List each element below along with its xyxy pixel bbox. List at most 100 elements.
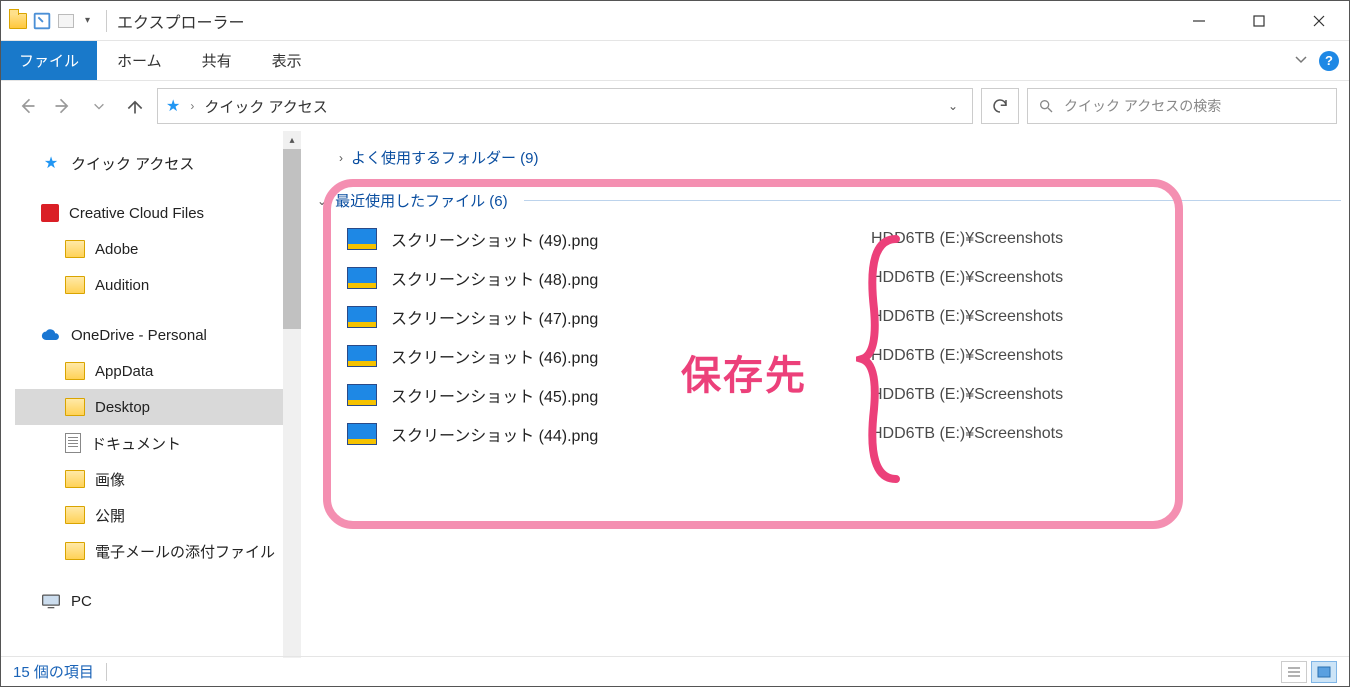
document-icon	[65, 433, 81, 453]
window-controls	[1169, 1, 1349, 41]
sidebar-label: Desktop	[95, 399, 150, 416]
tab-view[interactable]: 表示	[252, 41, 322, 80]
sidebar-item-audition[interactable]: Audition	[15, 267, 301, 303]
file-name: スクリーンショット (48).png	[391, 266, 811, 290]
file-name: スクリーンショット (44).png	[391, 422, 811, 446]
sidebar-label: PC	[71, 593, 92, 610]
folder-icon	[65, 362, 85, 380]
address-dropdown-icon[interactable]: ⌄	[942, 99, 964, 113]
forward-button[interactable]	[49, 92, 77, 120]
search-icon	[1038, 98, 1054, 114]
search-input[interactable]: クイック アクセスの検索	[1027, 88, 1337, 124]
sidebar-item-creative-cloud[interactable]: Creative Cloud Files	[15, 195, 301, 231]
group-label: よく使用するフォルダー (9)	[351, 147, 539, 168]
sidebar-item-pc[interactable]: PC	[15, 583, 301, 619]
sidebar-label: AppData	[95, 363, 153, 380]
status-text: 15 個の項目	[13, 661, 94, 682]
file-thumbnail-icon	[347, 384, 377, 406]
list-item[interactable]: スクリーンショット (49).png HDD6TB (E:)¥Screensho…	[347, 219, 1341, 258]
group-divider	[524, 200, 1341, 201]
group-label: 最近使用したファイル (6)	[335, 190, 508, 211]
sidebar-item-quick-access[interactable]: ★ クイック アクセス	[15, 145, 301, 181]
scrollbar-thumb[interactable]	[283, 149, 301, 329]
qat-properties-icon[interactable]	[31, 10, 53, 32]
content-pane: › よく使用するフォルダー (9) ⌄ 最近使用したファイル (6) スクリーン…	[301, 131, 1349, 658]
folder-icon	[65, 542, 85, 560]
sidebar-item-documents[interactable]: ドキュメント	[15, 425, 301, 461]
sidebar-label: Creative Cloud Files	[69, 205, 204, 222]
breadcrumb-location[interactable]: クイック アクセス	[204, 96, 327, 117]
folder-icon	[65, 506, 85, 524]
chevron-down-icon: ⌄	[317, 194, 327, 208]
list-item[interactable]: スクリーンショット (44).png HDD6TB (E:)¥Screensho…	[347, 414, 1341, 453]
file-thumbnail-icon	[347, 267, 377, 289]
search-placeholder: クイック アクセスの検索	[1064, 96, 1221, 116]
sidebar-label: Adobe	[95, 241, 138, 258]
recent-dropdown-icon[interactable]	[85, 92, 113, 120]
back-button[interactable]	[13, 92, 41, 120]
status-bar: 15 個の項目	[1, 656, 1349, 686]
up-button[interactable]	[121, 92, 149, 120]
navigation-pane: ★ クイック アクセス Creative Cloud Files Adobe A…	[1, 131, 301, 658]
breadcrumb-separator-icon: ›	[186, 99, 198, 113]
titlebar-separator	[106, 10, 107, 32]
file-path: HDD6TB (E:)¥Screenshots	[871, 386, 1063, 404]
status-separator	[106, 663, 107, 681]
sidebar-item-email[interactable]: 電子メールの添付ファイル	[15, 533, 301, 569]
file-thumbnail-icon	[347, 228, 377, 250]
close-button[interactable]	[1289, 1, 1349, 41]
file-name: スクリーンショット (49).png	[391, 227, 811, 251]
list-item[interactable]: スクリーンショット (46).png HDD6TB (E:)¥Screensho…	[347, 336, 1341, 375]
address-bar[interactable]: ★ › クイック アクセス ⌄	[157, 88, 973, 124]
tab-home[interactable]: ホーム	[97, 41, 182, 80]
explorer-app-icon	[7, 10, 29, 32]
group-recent-files[interactable]: ⌄ 最近使用したファイル (6)	[317, 186, 1341, 215]
help-button[interactable]: ?	[1319, 51, 1339, 71]
file-path: HDD6TB (E:)¥Screenshots	[871, 425, 1063, 443]
scrollbar-up-icon[interactable]: ▴	[283, 131, 301, 149]
sidebar-label: ドキュメント	[91, 433, 181, 454]
maximize-button[interactable]	[1229, 1, 1289, 41]
quick-access-toolbar: ▾	[1, 10, 96, 32]
list-item[interactable]: スクリーンショット (47).png HDD6TB (E:)¥Screensho…	[347, 297, 1341, 336]
creative-cloud-icon	[41, 204, 59, 222]
body: ★ クイック アクセス Creative Cloud Files Adobe A…	[1, 131, 1349, 658]
refresh-button[interactable]	[981, 88, 1019, 124]
group-frequent-folders[interactable]: › よく使用するフォルダー (9)	[317, 143, 1341, 172]
file-name: スクリーンショット (47).png	[391, 305, 811, 329]
navigation-bar: ★ › クイック アクセス ⌄ クイック アクセスの検索	[1, 81, 1349, 131]
minimize-button[interactable]	[1169, 1, 1229, 41]
sidebar-item-adobe[interactable]: Adobe	[15, 231, 301, 267]
title-bar: ▾ エクスプローラー	[1, 1, 1349, 41]
folder-icon	[65, 276, 85, 294]
sidebar-item-pictures[interactable]: 画像	[15, 461, 301, 497]
file-thumbnail-icon	[347, 423, 377, 445]
file-path: HDD6TB (E:)¥Screenshots	[871, 347, 1063, 365]
ribbon-tabs: ファイル ホーム 共有 表示 ?	[1, 41, 1349, 81]
list-item[interactable]: スクリーンショット (48).png HDD6TB (E:)¥Screensho…	[347, 258, 1341, 297]
view-details-button[interactable]	[1281, 661, 1307, 683]
view-thumbnails-button[interactable]	[1311, 661, 1337, 683]
file-path: HDD6TB (E:)¥Screenshots	[871, 230, 1063, 248]
file-thumbnail-icon	[347, 345, 377, 367]
sidebar-label: Audition	[95, 277, 149, 294]
file-path: HDD6TB (E:)¥Screenshots	[871, 308, 1063, 326]
ribbon-collapse-icon[interactable]	[1293, 51, 1309, 70]
sidebar-label: 画像	[95, 469, 125, 490]
chevron-right-icon: ›	[339, 151, 343, 165]
sidebar-item-public[interactable]: 公開	[15, 497, 301, 533]
list-item[interactable]: スクリーンショット (45).png HDD6TB (E:)¥Screensho…	[347, 375, 1341, 414]
file-list: スクリーンショット (49).png HDD6TB (E:)¥Screensho…	[317, 215, 1341, 457]
sidebar-item-desktop[interactable]: Desktop	[15, 389, 301, 425]
tab-share[interactable]: 共有	[182, 41, 252, 80]
folder-icon	[65, 240, 85, 258]
window-title: エクスプローラー	[117, 9, 245, 33]
file-path: HDD6TB (E:)¥Screenshots	[871, 269, 1063, 287]
sidebar-item-onedrive[interactable]: OneDrive - Personal	[15, 317, 301, 353]
folder-icon	[65, 398, 85, 416]
onedrive-icon	[41, 326, 61, 344]
tab-file[interactable]: ファイル	[1, 41, 97, 80]
sidebar-item-appdata[interactable]: AppData	[15, 353, 301, 389]
qat-dropdown-icon[interactable]: ▾	[79, 15, 96, 26]
qat-newfolder-icon[interactable]	[55, 10, 77, 32]
